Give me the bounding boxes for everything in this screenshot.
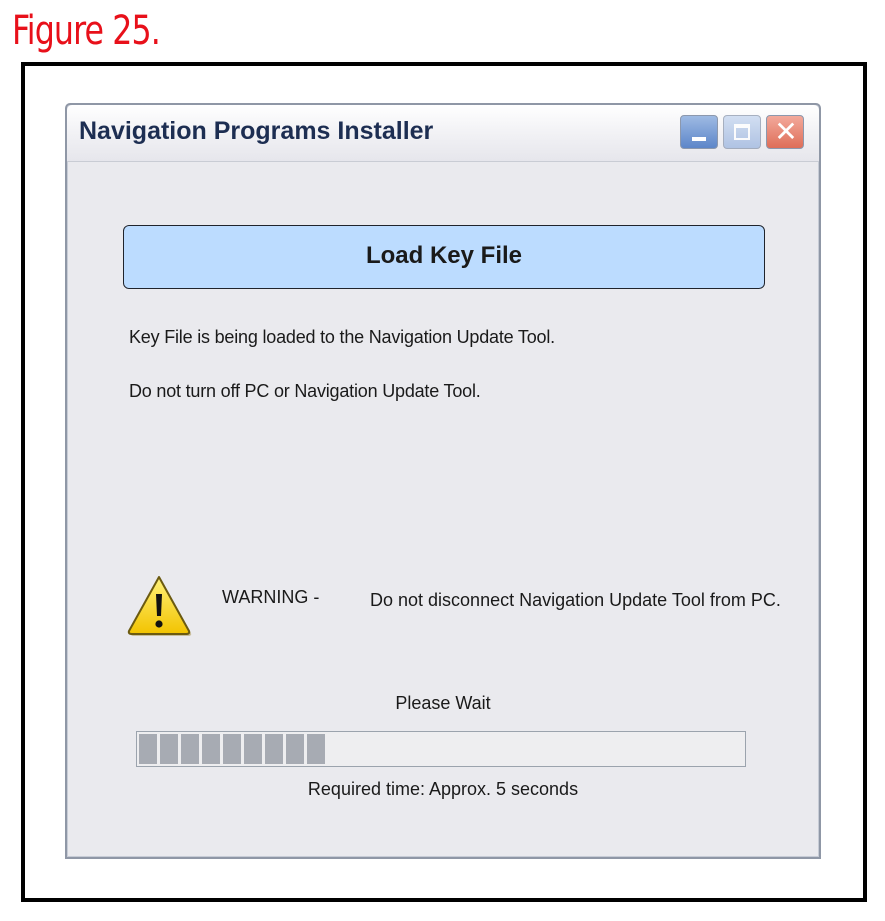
load-key-file-button[interactable]: Load Key File (123, 225, 765, 289)
maximize-button[interactable] (723, 115, 761, 149)
progress-block (139, 734, 157, 764)
progress-bar (136, 731, 746, 767)
progress-block (307, 734, 325, 764)
warning-text: Do not disconnect Navigation Update Tool… (370, 590, 781, 610)
figure-frame: Navigation Programs Installer ✕ Load Key… (21, 62, 867, 902)
progress-block (265, 734, 283, 764)
required-time-text: Required time: Approx. 5 seconds (307, 779, 579, 799)
installer-window: Navigation Programs Installer ✕ Load Key… (65, 103, 821, 859)
close-button[interactable]: ✕ (766, 115, 804, 149)
please-wait-label: Please Wait (395, 693, 491, 713)
status-caution-text: Do not turn off PC or Navigation Update … (129, 381, 481, 401)
minimize-button[interactable] (680, 115, 718, 149)
maximize-icon (734, 124, 750, 140)
progress-block (202, 734, 220, 764)
minimize-icon (692, 137, 706, 141)
progress-fill (139, 734, 743, 764)
status-loading-text: Key File is being loaded to the Navigati… (129, 327, 555, 347)
figure-caption: Figure 25. (12, 8, 161, 54)
warning-label: WARNING - (222, 587, 320, 607)
window-title: Navigation Programs Installer (79, 117, 434, 145)
close-icon: ✕ (774, 115, 798, 148)
progress-block (286, 734, 304, 764)
title-bar[interactable]: Navigation Programs Installer ✕ (67, 105, 819, 162)
progress-block (181, 734, 199, 764)
warning-icon (127, 576, 192, 636)
progress-block (244, 734, 262, 764)
progress-block (160, 734, 178, 764)
progress-block (223, 734, 241, 764)
